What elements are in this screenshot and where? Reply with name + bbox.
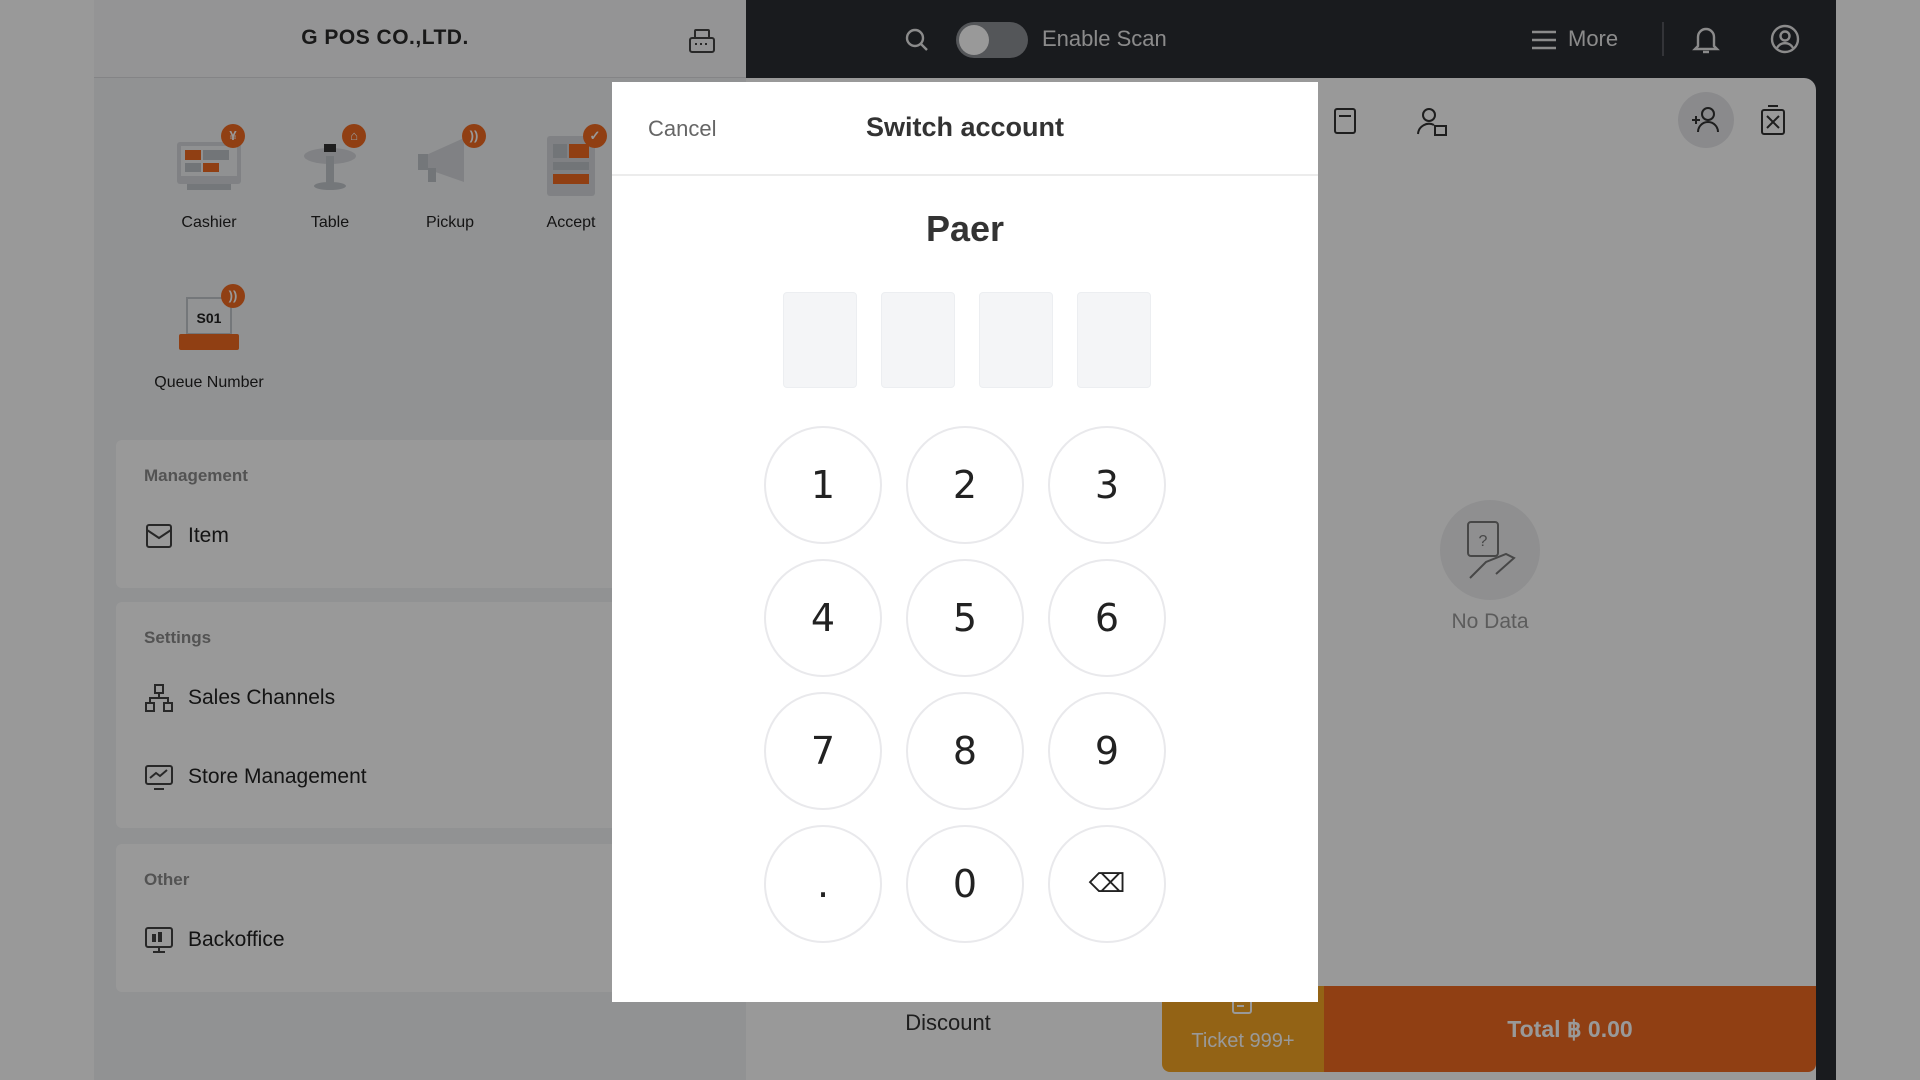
user-name: Paer <box>925 208 1005 249</box>
key-9[interactable]: 9 <box>1048 692 1166 810</box>
key-4[interactable]: 4 <box>764 559 882 677</box>
pin-digit-box <box>881 292 955 388</box>
key-dot[interactable]: . <box>764 825 882 943</box>
key-2[interactable]: 2 <box>906 426 1024 544</box>
key-7[interactable]: 7 <box>764 692 882 810</box>
key-1[interactable]: 1 <box>764 426 882 544</box>
pin-digit-box <box>1077 292 1151 388</box>
key-5[interactable]: 5 <box>906 559 1024 677</box>
key-6[interactable]: 6 <box>1048 559 1166 677</box>
key-0[interactable]: 0 <box>906 825 1024 943</box>
pin-digit-box <box>783 292 857 388</box>
dialog-header: Cancel Switch account <box>612 82 1318 176</box>
backspace-key[interactable]: ⌫ <box>1048 825 1166 943</box>
dialog-title: Switch account <box>865 112 1065 142</box>
key-3[interactable]: 3 <box>1048 426 1166 544</box>
key-8[interactable]: 8 <box>906 692 1024 810</box>
pin-digit-box <box>979 292 1053 388</box>
switch-account-dialog: Cancel Switch account Paer 1 2 3 4 5 6 7… <box>612 82 1318 1002</box>
